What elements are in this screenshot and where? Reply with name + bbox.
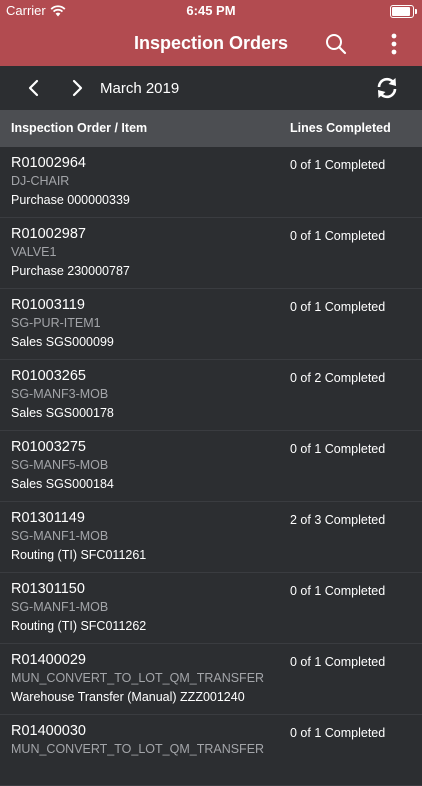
table-row[interactable]: R01003275 SG-MANF5-MOB Sales SGS000184 0 of… — [0, 431, 422, 502]
battery-icon — [390, 5, 417, 18]
item-code: VALVE1 — [11, 245, 57, 259]
table-row[interactable]: R01301149 SG-MANF1-MOB Routing (TI) SFC011… — [0, 502, 422, 573]
status-bar: Carrier 6:45 PM — [0, 0, 422, 22]
order-number: R01400030 — [11, 723, 86, 739]
table-row[interactable]: R01003119 SG-PUR-ITEM1 Sales SGS000099 0 of… — [0, 289, 422, 360]
order-type-reference: Warehouse Transfer (Manual) ZZZ001240 — [11, 690, 245, 704]
chevron-right-icon[interactable] — [67, 78, 87, 98]
nav-bar: Inspection Orders — [0, 22, 422, 66]
lines-completed: 0 of 1 Completed — [290, 726, 386, 740]
table-row[interactable]: R01003265 SG-MANF3-MOB Sales SGS000178 0 of… — [0, 360, 422, 431]
more-vertical-icon[interactable] — [390, 32, 398, 56]
page-title: Inspection Orders — [133, 33, 289, 53]
lines-completed: 0 of 1 Completed — [290, 300, 386, 314]
order-number: R01002964 — [11, 155, 86, 171]
order-type-reference: Purchase 230000787 — [11, 264, 130, 278]
order-number: R01400029 — [11, 652, 86, 668]
item-code: SG-PUR-ITEM1 — [11, 316, 101, 330]
table-row[interactable]: R01002987 VALVE1 Purchase 230000787 0 of 1 … — [0, 218, 422, 289]
date-navigator: March 2019 — [0, 66, 422, 110]
table-header: Inspection Order / Item Lines Completed — [0, 110, 422, 147]
lines-completed: 0 of 1 Completed — [290, 442, 386, 456]
battery-fill — [392, 7, 410, 16]
order-type-reference: Sales SGS000178 — [11, 406, 114, 420]
table-row[interactable]: R01301150 SG-MANF1-MOB Routing (TI) SFC011… — [0, 573, 422, 644]
item-code: MUN_CONVERT_TO_LOT_QM_TRANSFER — [11, 742, 265, 756]
lines-completed: 2 of 3 Completed — [290, 513, 386, 527]
lines-completed: 0 of 1 Completed — [290, 158, 386, 172]
order-number: R01002987 — [11, 226, 86, 242]
lines-completed: 0 of 2 Completed — [290, 371, 386, 385]
order-number: R01003119 — [11, 297, 85, 313]
month-label: March 2019 — [100, 80, 180, 97]
status-time: 6:45 PM — [186, 3, 236, 18]
lines-completed: 0 of 1 Completed — [290, 655, 386, 669]
order-type-reference: Sales SGS000099 — [11, 335, 114, 349]
column-header-lines: Lines Completed — [290, 121, 391, 135]
order-number: R01003275 — [11, 439, 86, 455]
table-row[interactable]: R01400029 MUN_CONVERT_TO_LOT_QM_TRANSFER W… — [0, 644, 422, 715]
item-code: SG-MANF1-MOB — [11, 600, 109, 614]
search-icon[interactable] — [324, 32, 348, 56]
order-number: R01003265 — [11, 368, 86, 384]
lines-completed: 0 of 1 Completed — [290, 584, 386, 598]
refresh-icon[interactable] — [374, 75, 400, 101]
item-code: SG-MANF3-MOB — [11, 387, 109, 401]
lines-completed: 0 of 1 Completed — [290, 229, 386, 243]
table-row[interactable]: R01002964 DJ-CHAIR Purchase 000000339 0 of … — [0, 147, 422, 218]
order-type-reference: Routing (TI) SFC011261 — [11, 548, 147, 562]
order-type-reference: Routing (TI) SFC011262 — [11, 619, 147, 633]
order-type-reference: Purchase 000000339 — [11, 193, 130, 207]
inspection-order-list: R01002964 DJ-CHAIR Purchase 000000339 0 of … — [0, 147, 422, 786]
order-number: R01301150 — [11, 581, 85, 597]
order-type-reference: Sales SGS000184 — [11, 477, 114, 491]
table-row[interactable]: R01400030 MUN_CONVERT_TO_LOT_QM_TRANSFER 0… — [0, 715, 422, 786]
item-code: MUN_CONVERT_TO_LOT_QM_TRANSFER — [11, 671, 265, 685]
column-header-order: Inspection Order / Item — [11, 121, 148, 135]
item-code: SG-MANF5-MOB — [11, 458, 109, 472]
order-number: R01301149 — [11, 510, 85, 526]
item-code: DJ-CHAIR — [11, 174, 70, 188]
chevron-left-icon[interactable] — [24, 78, 44, 98]
item-code: SG-MANF1-MOB — [11, 529, 109, 543]
